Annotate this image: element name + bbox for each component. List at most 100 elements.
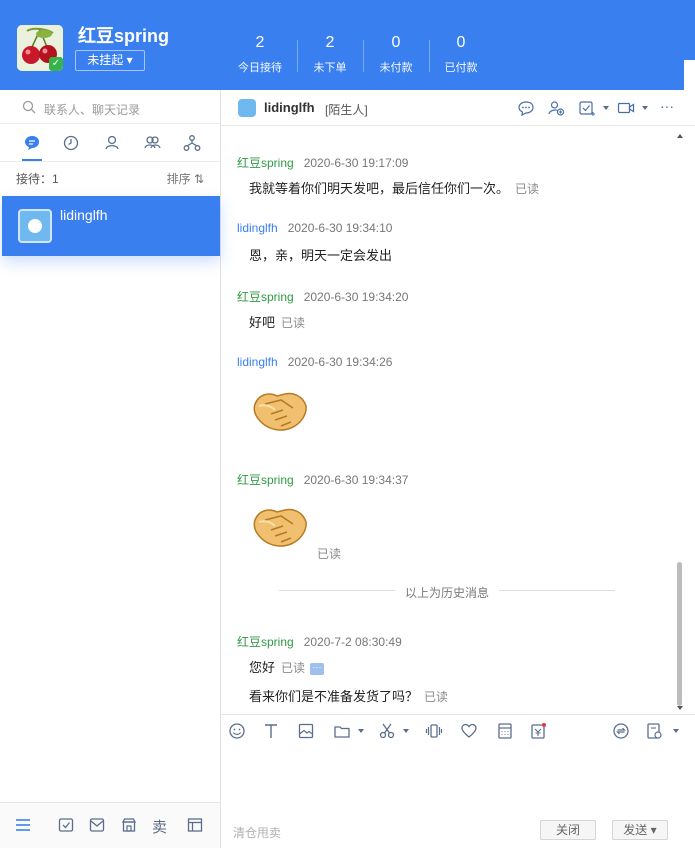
transfer-icon[interactable] <box>612 722 630 740</box>
message-time: 2020-6-30 19:34:20 <box>303 290 409 304</box>
history-divider-label: 以上为历史消息 <box>395 584 500 601</box>
shop-name: 红豆spring <box>78 26 170 46</box>
message-meta: lidinglfh 2020-6-30 19:34:10 <box>237 221 392 235</box>
tab-recent[interactable] <box>61 133 81 153</box>
send-label: 发送 <box>623 823 648 837</box>
chevron-down-icon: ▾ <box>650 823 657 837</box>
verified-badge-icon: ✓ <box>49 57 63 71</box>
status-dropdown[interactable]: 未挂起 ▾ <box>75 50 145 71</box>
message-text[interactable]: 恩，亲，明天一定会发出 <box>249 245 392 264</box>
stat-unpaid[interactable]: 0 未付款 <box>363 33 429 75</box>
scroll-down-icon[interactable] <box>677 706 683 710</box>
sidebar-bottom-bar: 卖 <box>0 802 220 848</box>
queue-count: 接待：1 <box>16 172 59 186</box>
customer-avatar[interactable] <box>238 99 256 117</box>
sender-name: lidinglfh <box>237 221 278 235</box>
stat-today-received[interactable]: 2 今日接待 <box>227 33 293 75</box>
scissors-icon[interactable] <box>378 722 396 740</box>
shop-icon[interactable] <box>120 816 138 834</box>
quick-reply-icon[interactable] <box>517 100 535 116</box>
search-icon <box>22 100 36 114</box>
message-time: 2020-6-30 19:34:37 <box>303 473 409 487</box>
search-bar[interactable]: 联系人、聊天记录 <box>0 90 220 124</box>
read-status: 已读 <box>281 316 306 330</box>
chevron-down-icon[interactable] <box>642 106 648 110</box>
scroll-thumb[interactable] <box>677 562 682 706</box>
stat-value: 2 <box>255 34 265 51</box>
team-icon <box>183 135 201 151</box>
chevron-down-icon[interactable] <box>403 729 409 733</box>
compose-toolbar <box>221 714 695 746</box>
handshake-icon[interactable] <box>251 500 309 550</box>
tab-team[interactable] <box>182 133 202 153</box>
message-text[interactable]: 您好 已读 ··· <box>249 657 325 676</box>
shake-icon[interactable] <box>425 722 443 740</box>
clock-icon <box>63 135 79 151</box>
session-name: lidinglfh <box>60 207 108 223</box>
heart-icon[interactable] <box>460 722 478 740</box>
folder-icon[interactable] <box>333 722 351 740</box>
stat-label: 未付款 <box>379 62 413 74</box>
message-time: 2020-7-2 08:30:49 <box>303 635 402 649</box>
chevron-down-icon[interactable] <box>603 106 609 110</box>
task-check-icon[interactable] <box>578 100 596 116</box>
stat-not-ordered[interactable]: 2 未下单 <box>297 33 363 75</box>
clear-link[interactable]: 清仓甩卖 <box>233 824 281 841</box>
task-icon[interactable] <box>57 816 75 834</box>
stat-value: 0 <box>456 34 466 51</box>
sidebar-tabs <box>0 124 220 162</box>
message-text[interactable]: 好吧 已读 <box>249 312 305 331</box>
add-contact-icon[interactable] <box>547 100 565 116</box>
session-avatar <box>18 209 52 243</box>
chevron-down-icon[interactable] <box>673 729 679 733</box>
tab-groups[interactable] <box>142 133 162 153</box>
message-text[interactable]: 看来你们是不准备发货了吗？ 已读 <box>249 686 448 705</box>
stat-label: 已付款 <box>444 62 478 74</box>
stat-paid[interactable]: 0 已付款 <box>428 33 494 75</box>
message-meta: lidinglfh 2020-6-30 19:34:26 <box>237 355 392 369</box>
video-icon[interactable] <box>617 100 635 116</box>
scrollbar[interactable] <box>674 126 686 714</box>
more-options-icon[interactable]: ··· <box>310 662 325 675</box>
message-meta: 红豆spring 2020-7-2 08:30:49 <box>237 633 402 650</box>
coupon-icon[interactable] <box>529 722 547 740</box>
layout-icon[interactable] <box>186 816 204 834</box>
scroll-up-icon[interactable] <box>677 134 683 138</box>
more-icon[interactable]: ··· <box>660 98 678 114</box>
session-item[interactable]: lidinglfh <box>2 196 220 256</box>
message-text[interactable]: 我就等着你们明天发吧，最后信任你们一次。 已读 <box>249 178 539 197</box>
message-input[interactable] <box>221 746 695 812</box>
chat-panel: lidinglfh [陌生人] ··· 红豆spring 2020-6-30 1… <box>221 90 695 848</box>
sell-tab[interactable]: 卖 <box>152 816 167 837</box>
stat-value: 2 <box>325 34 335 51</box>
menu-icon[interactable] <box>14 816 32 834</box>
emoji-icon[interactable] <box>228 722 246 740</box>
shop-avatar[interactable]: ✓ <box>17 25 63 71</box>
message-body: 看来你们是不准备发货了吗？ <box>249 689 419 704</box>
text-format-icon[interactable] <box>262 722 280 740</box>
sort-button[interactable]: 排序 ⇅ <box>167 170 204 187</box>
send-button[interactable]: 发送 ▾ <box>612 820 668 840</box>
history-record-icon[interactable] <box>645 722 663 740</box>
calculator-icon[interactable] <box>496 722 514 740</box>
chevron-down-icon[interactable] <box>358 729 364 733</box>
read-status: 已读 <box>515 182 540 196</box>
message-time: 2020-6-30 19:34:26 <box>287 355 393 369</box>
message-time: 2020-6-30 19:34:10 <box>287 221 393 235</box>
message-body: 我就等着你们明天发吧，最后信任你们一次。 <box>249 181 510 196</box>
mail-icon[interactable] <box>88 816 106 834</box>
message-meta: 红豆spring 2020-6-30 19:17:09 <box>237 154 408 171</box>
read-status: 已读 <box>317 547 342 561</box>
sender-name: 红豆spring <box>237 635 294 649</box>
tab-chat[interactable] <box>22 133 42 161</box>
chat-header: lidinglfh [陌生人] ··· <box>221 90 695 126</box>
tab-contacts[interactable] <box>102 133 122 153</box>
customer-name[interactable]: lidinglfh <box>264 100 315 115</box>
stat-value: 0 <box>391 34 401 51</box>
close-label: 关闭 <box>555 823 580 837</box>
image-icon[interactable] <box>297 722 315 740</box>
close-button[interactable]: 关闭 <box>540 820 596 840</box>
contact-icon <box>105 135 119 150</box>
sender-name: lidinglfh <box>237 355 278 369</box>
handshake-icon[interactable] <box>251 384 309 434</box>
